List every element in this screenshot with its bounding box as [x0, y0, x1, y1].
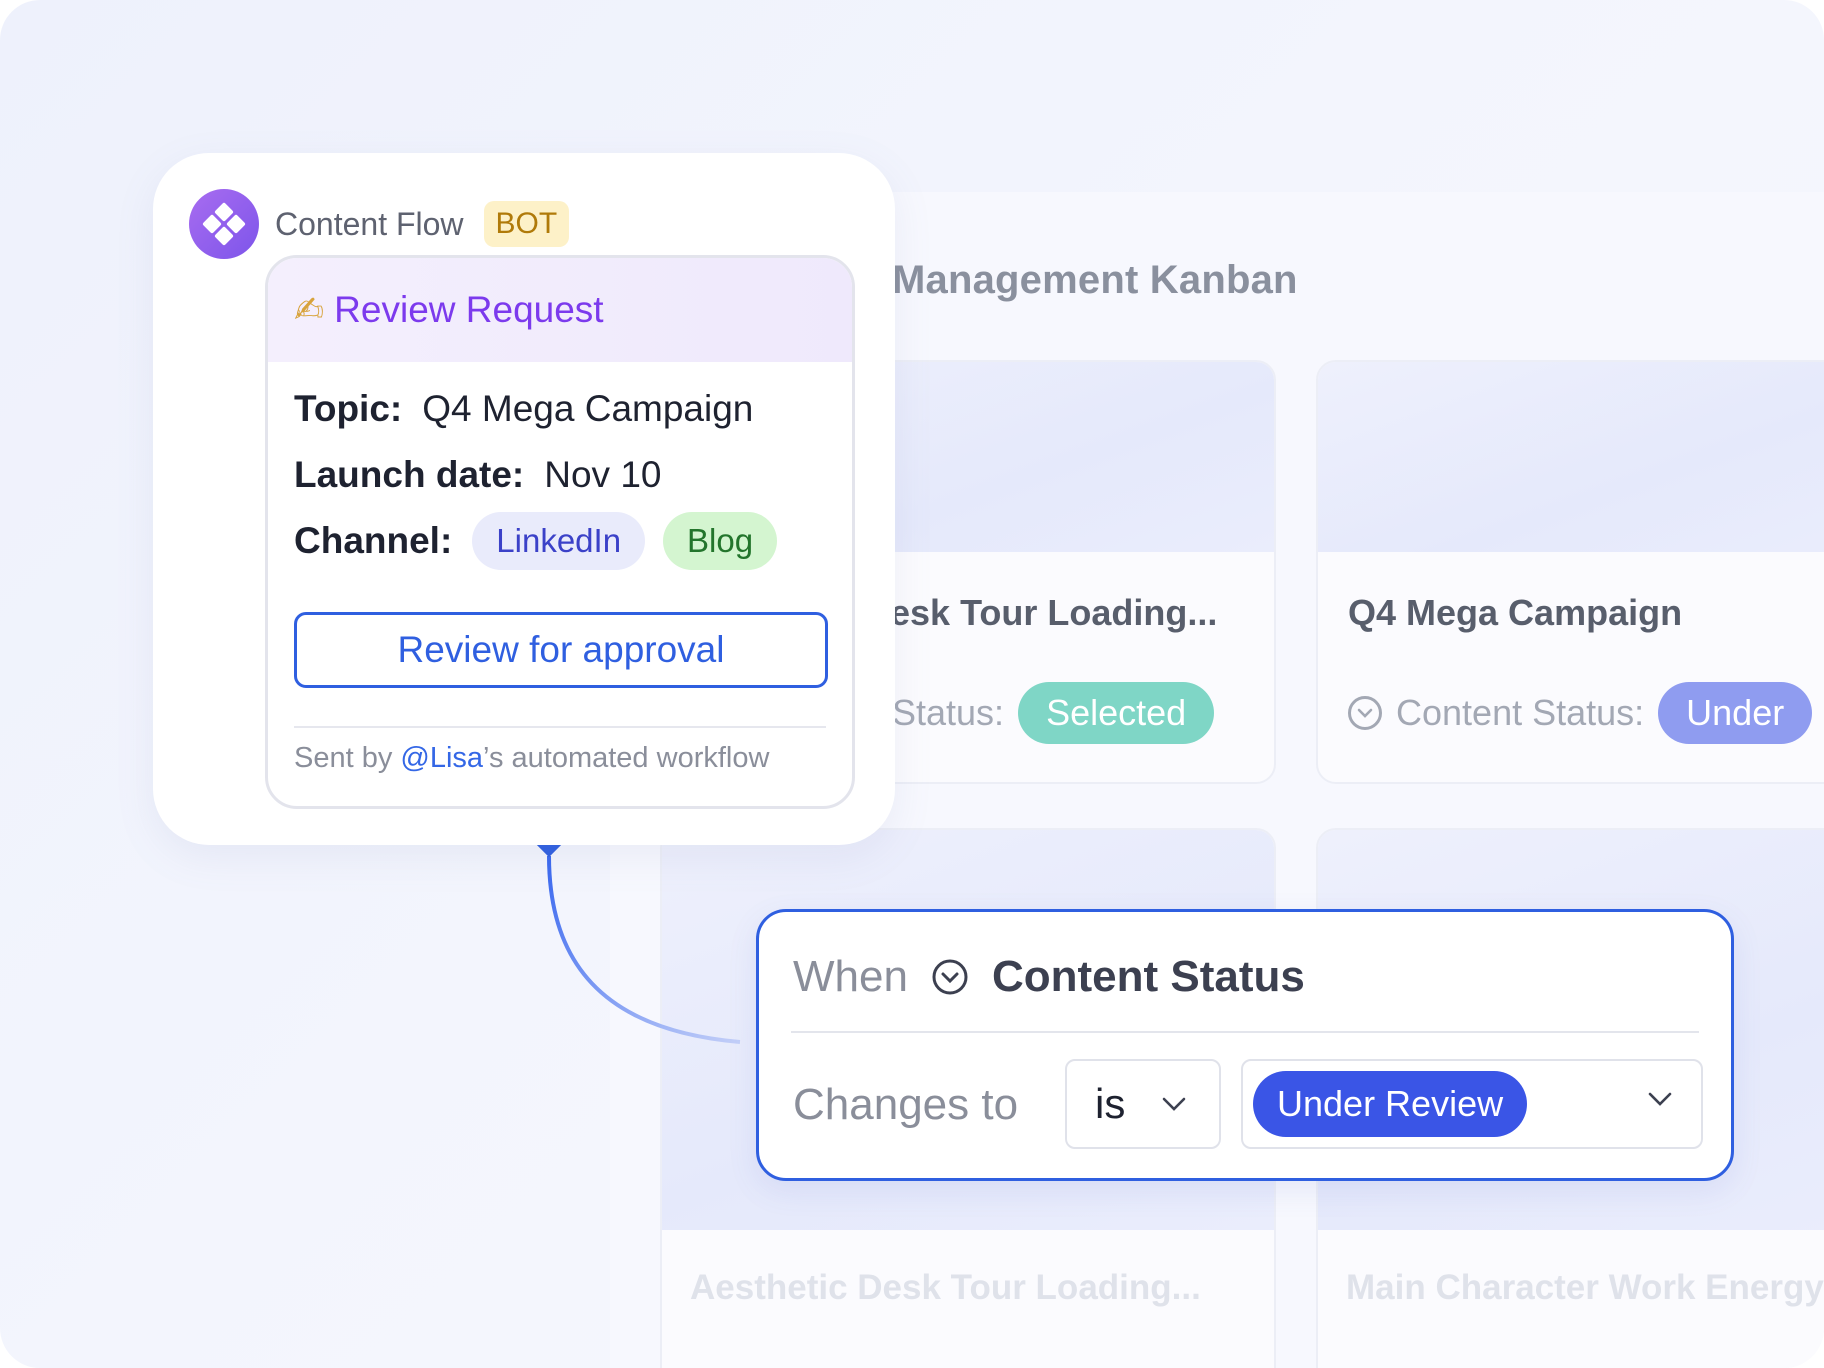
review-request-message: ✍ Review Request Topic: Q4 Mega Campaign… — [265, 255, 855, 809]
status-badge: Selected — [1018, 682, 1215, 744]
bot-message-card: Content Flow BOT ✍ Review Request Topic:… — [153, 153, 895, 845]
kanban-card[interactable]: Q4 Mega Campaign Content Status: Under — [1316, 360, 1824, 784]
status-field-icon — [932, 959, 968, 995]
canvas: Management Kanban esk Tour Loading... St… — [0, 0, 1824, 1368]
review-for-approval-button[interactable]: Review for approval — [294, 612, 828, 688]
changes-to-label: Changes to — [793, 1080, 1019, 1129]
channel-label: Channel: — [294, 520, 453, 561]
chevron-down-icon — [1163, 1097, 1186, 1111]
chevron-down-icon — [1648, 1092, 1672, 1106]
divider — [791, 1031, 1699, 1033]
message-title: Review Request — [334, 289, 604, 330]
bot-name: Content Flow — [275, 205, 464, 242]
card-status-label: Content Status: — [1396, 692, 1645, 733]
when-label: When — [793, 952, 908, 1001]
bot-header: Content Flow BOT — [189, 189, 570, 259]
divider — [294, 726, 826, 728]
user-mention-link[interactable]: @Lisa — [400, 742, 483, 774]
faded-card-title: Main Character Work Energy — [1346, 1268, 1824, 1307]
launch-date-value: Nov 10 — [544, 454, 662, 495]
status-badge: Under Review — [1253, 1071, 1528, 1137]
kanban-title: Management Kanban — [892, 258, 1298, 302]
trigger-field-name[interactable]: Content Status — [992, 952, 1305, 1002]
automation-trigger-card: When Content Status Changes to is Under … — [756, 909, 1734, 1181]
topic-row: Topic: Q4 Mega Campaign — [294, 388, 753, 430]
launch-date-label: Launch date: — [294, 454, 525, 495]
status-badge: Under — [1658, 682, 1813, 744]
operator-value: is — [1095, 1080, 1126, 1127]
faded-card-title: Aesthetic Desk Tour Loading... — [690, 1268, 1201, 1307]
card-status: Status: Selected — [892, 682, 1215, 744]
card-status-label: Status: — [892, 692, 1005, 733]
topic-value: Q4 Mega Campaign — [422, 388, 754, 429]
channel-chip-blog: Blog — [663, 512, 778, 570]
message-footer: Sent by @Lisa’s automated workflow — [294, 742, 769, 775]
channel-row: Channel: LinkedIn Blog — [294, 512, 795, 570]
operator-select[interactable]: is — [1065, 1059, 1221, 1149]
card-title: esk Tour Loading... — [890, 592, 1218, 633]
card-title: Q4 Mega Campaign — [1348, 592, 1683, 633]
channel-chip-linkedin: LinkedIn — [472, 512, 646, 570]
card-cover — [1318, 362, 1824, 552]
footer-prefix: Sent by — [294, 742, 401, 774]
writing-hand-icon: ✍ — [294, 289, 325, 330]
status-check-icon — [1348, 696, 1382, 730]
launch-date-row: Launch date: Nov 10 — [294, 454, 661, 496]
bot-badge: BOT — [483, 201, 570, 247]
topic-label: Topic: — [294, 388, 403, 429]
card-status: Content Status: Under — [1348, 682, 1813, 744]
content-flow-logo-icon — [202, 202, 246, 246]
message-header: ✍ Review Request — [268, 258, 852, 362]
footer-suffix: ’s automated workflow — [483, 742, 770, 774]
trigger-when-row: When Content Status — [793, 952, 1305, 1002]
bot-avatar — [189, 189, 259, 259]
status-value-select[interactable]: Under Review — [1241, 1059, 1703, 1149]
